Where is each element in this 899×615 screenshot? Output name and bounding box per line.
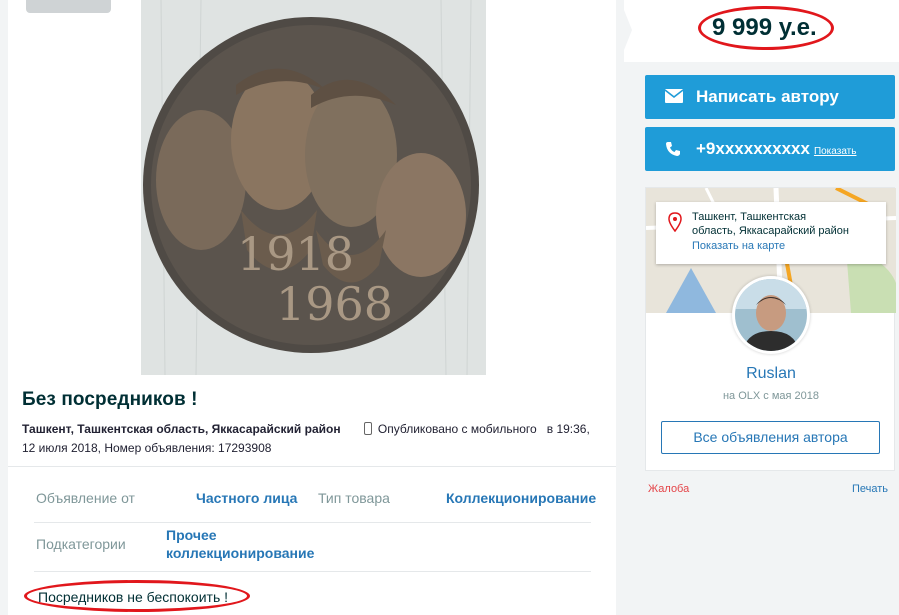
envelope-icon [665,89,683,103]
published-time: в 19:36, [546,422,590,436]
message-author-label: Написать автору [696,87,839,106]
print-link[interactable]: Печать [852,483,888,495]
param-subcategory-value[interactable]: Прочее коллекционирование [166,526,314,562]
map-address-line1: Ташкент, Ташкентская [692,211,807,223]
param-divider [34,571,591,572]
divider [8,466,616,467]
phone-button[interactable]: +9xxxxxxxxxx Показать [645,127,895,171]
phone-icon [666,142,680,156]
seller-name[interactable]: Ruslan [646,365,896,383]
param-offer-from-label: Объявление от [36,490,135,506]
gallery-thumbnail-tab[interactable] [26,0,111,13]
param-product-type-value[interactable]: Коллекционирование [446,490,596,506]
price-highlight-oval [698,6,834,50]
ad-number: 17293908 [218,441,272,455]
avatar-photo [735,279,807,351]
listing-location: Ташкент, Ташкентская область, Яккасарайс… [22,422,341,436]
avatar[interactable] [732,276,810,354]
param-divider [34,522,591,523]
param-subcategory-value-line2: коллекционирование [166,545,315,561]
param-subcategory-value-line1: Прочее [166,527,217,543]
phone-number: +9xxxxxxxxxx Показать [696,139,856,159]
map-pin-icon [668,212,682,232]
published-date: 12 июля 2018, [22,441,101,455]
mobile-icon [363,422,372,435]
phone-number-text: +9xxxxxxxxxx [696,139,810,158]
listing-photo[interactable]: 1918 1968 [141,0,486,375]
show-on-map-link[interactable]: Показать на карте [692,240,785,252]
published-mobile-label: Опубликовано с мобильного [377,422,537,436]
medallion-year-1968: 1968 [276,277,393,331]
ad-number-label: Номер объявления: [104,441,215,455]
listing-meta: Ташкент, Ташкентская область, Яккасарайс… [22,420,612,458]
param-offer-from-value[interactable]: Частного лица [196,490,297,506]
medallion-year-1918: 1918 [237,227,354,281]
listing-card: 1918 1968 Без посредников ! Ташкент, Таш… [8,0,616,615]
param-product-type-label: Тип товара [318,490,390,506]
report-link[interactable]: Жалоба [648,483,689,495]
message-author-button[interactable]: Написать автору [645,75,895,119]
map-address: Ташкент, Ташкентская область, Яккасарайс… [692,210,882,238]
medallion-image: 1918 1968 [141,0,486,375]
map-address-line2: область, Яккасарайский район [692,225,849,237]
description-highlight-oval [24,580,250,612]
param-subcategory-label: Подкатегории [36,536,126,552]
show-phone-link[interactable]: Показать [814,146,857,157]
seller-card: Ташкент, Ташкентская область, Яккасарайс… [645,187,896,471]
all-author-ads-button[interactable]: Все объявления автора [661,421,880,454]
seller-since: на OLX с мая 2018 [722,390,820,402]
listing-title: Без посредников ! [22,389,198,410]
map-address-popup: Ташкент, Ташкентская область, Яккасарайс… [656,202,886,264]
